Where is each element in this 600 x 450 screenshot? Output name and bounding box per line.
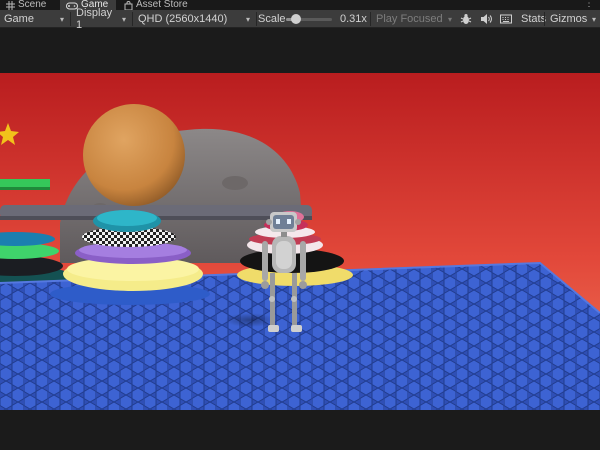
tab-scene-label: Scene — [18, 0, 47, 10]
view-mode-label: Game — [4, 13, 34, 25]
play-mode-dropdown[interactable]: Play Focused ▾ — [372, 11, 456, 27]
scale-slider[interactable] — [286, 13, 332, 24]
toolbar-divider — [70, 12, 71, 26]
toolbar-divider — [132, 12, 133, 26]
chevron-down-icon: ▾ — [447, 14, 452, 24]
keyboard-icon[interactable] — [498, 11, 514, 27]
chevron-down-icon: ▾ — [59, 14, 64, 24]
game-view-toolbar: Game ▾ Display 1 ▾ QHD (2560x1440) ▾ Sca… — [0, 7, 600, 31]
gizmos-label: Gizmos — [550, 13, 588, 25]
scale-slider-thumb[interactable] — [290, 13, 301, 24]
gizmos-dropdown[interactable]: Gizmos ▾ — [546, 11, 600, 27]
scale-value: 0.31x — [340, 13, 367, 25]
toolbar-divider — [256, 12, 257, 26]
chevron-down-icon: ▾ — [121, 14, 126, 24]
scale-control: Scale 0.31x — [258, 11, 368, 27]
display-dropdown[interactable]: Display 1 ▾ — [72, 7, 130, 31]
resolution-label: QHD (2560x1440) — [138, 13, 228, 25]
view-mode-dropdown[interactable]: Game ▾ — [0, 11, 68, 27]
toolbar-divider — [370, 12, 371, 26]
tab-menu-icon[interactable]: ⋮ — [584, 0, 594, 10]
scale-label: Scale — [258, 13, 286, 25]
hash-grid-icon — [6, 1, 15, 10]
resolution-dropdown[interactable]: QHD (2560x1440) ▾ — [134, 11, 254, 27]
bug-icon[interactable] — [458, 11, 474, 27]
tab-asset-store[interactable]: Asset Store — [118, 0, 198, 10]
speaker-icon[interactable] — [478, 11, 494, 27]
tab-asset-store-label: Asset Store — [136, 0, 188, 10]
robot-shadow — [224, 313, 276, 327]
tab-scene[interactable]: Scene — [0, 0, 58, 10]
chevron-down-icon: ▾ — [245, 14, 250, 24]
display-label: Display 1 — [76, 7, 113, 31]
shopping-bag-icon — [124, 1, 133, 10]
play-mode-label: Play Focused — [376, 13, 443, 25]
game-viewport[interactable] — [0, 73, 600, 410]
sand-ball — [83, 104, 185, 206]
chevron-down-icon: ▾ — [591, 14, 596, 24]
toolbar-divider — [544, 12, 545, 26]
